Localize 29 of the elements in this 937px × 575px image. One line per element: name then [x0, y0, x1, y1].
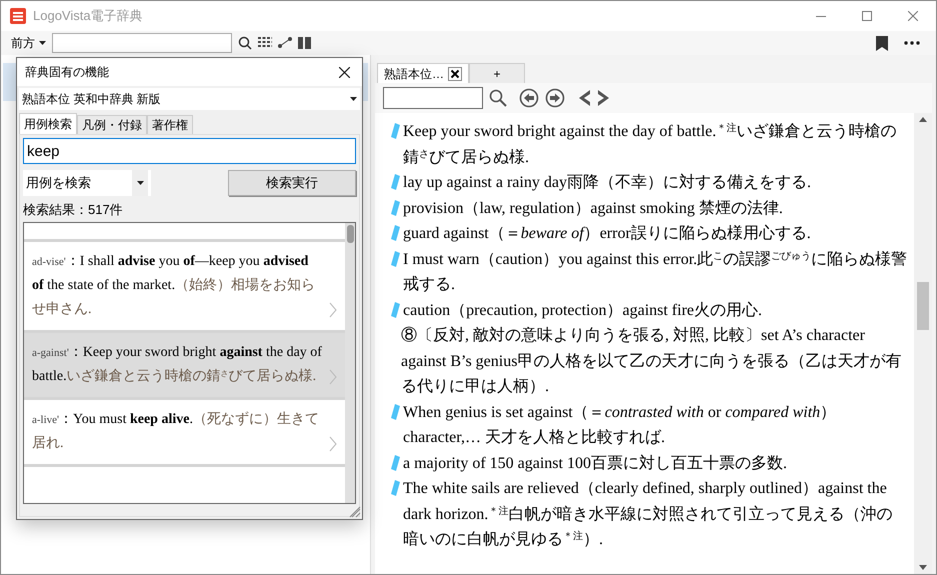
dialog-tab[interactable]: 用例検索 — [19, 113, 77, 134]
dialog-tab[interactable]: 凡例・付録 — [77, 115, 147, 134]
document-tab[interactable]: 熟語本位… — [377, 63, 469, 83]
window-title: LogoVista電子辞典 — [33, 7, 143, 26]
mode-dropdown[interactable]: 用例を検索 — [23, 170, 151, 196]
example-text: guard against（＝beware of）error誤りに陥らぬ様用心する. — [402, 224, 811, 244]
result-text: ad-vise'：I shall advise you of—keep you advised of the state of the market.（始終）相場をお知らせ申さん. — [32, 252, 316, 318]
example-text: caution（precaution, protection）against fire火の用心. — [402, 300, 762, 320]
example-text: I must warn（caution）you against this error.此$^{こ}$の誤謬$^{ごびゅう}$に陥らぬ様警戒する. — [402, 250, 908, 295]
result-item[interactable]: a-gainst'：Keep your sword bright against the day of battle.いざ鎌倉と云う時槍の錆$^{さ}$びて居らぬ様. — [24, 332, 345, 396]
result-item[interactable]: a-live'：You must keep alive.（死なずに）生きて居れ. — [24, 400, 345, 464]
example-text: Keep your sword bright against the day of battle.$^{＊注}$いざ鎌倉と云う時槍の錆$^{さ}$びて居らぬ様. — [402, 122, 898, 168]
result-item[interactable]: ad-vise'：I shall advise you of—keep you advised of the state of the market.（始終）相場をお知らせ申さん. — [24, 242, 345, 330]
example-text: provision（law, regulation）against smoking 禁煙の法律. — [402, 198, 783, 218]
example-text: a majority of 150 against 100百票に対し百五十票の多数. — [402, 454, 787, 474]
search-input[interactable]: keep — [23, 138, 356, 164]
execute-button[interactable]: 検索実行 — [228, 170, 356, 196]
new-tab[interactable]: + — [469, 63, 525, 83]
example-text: The white sails are relieved（clearly defined, sharply outlined）against the dark horizon.$^{＊注}$白帆が暗き水平線に対照されて引立って見える（沖の暗いのに白帆が見ゆる$^{＊注}$）. — [402, 479, 894, 550]
result-text: a-live'：You must keep alive.（死なずに）生きて居れ. — [32, 410, 320, 452]
dialog-title: 辞典固有の機能 — [25, 64, 109, 81]
dialog-tab[interactable]: 著作権 — [147, 115, 193, 134]
dictionary-dropdown[interactable]: 熟語本位 英和中辞典 新版 — [19, 88, 360, 110]
sense-text: ⑧〔反対, 敵対の意味より向うを張る, 対照, 比較〕set A’s character against B’s genius甲の人格を以て乙の天才に向うを張る（乙は天才が有る代りに甲は人柄）. — [401, 326, 902, 397]
example-text: lay up against a rainy day雨降（不幸）に対する備えをする. — [402, 172, 811, 193]
direction-dropdown[interactable]: 前方 — [11, 34, 46, 52]
example-text: When genius is set against（＝contrasted with or compared with）character,… 天才を人格と比較すれば. — [402, 402, 838, 448]
result-text: a-gainst'：Keep your sword bright against the day of battle.いざ鎌倉と云う時槍の錆$^{さ}$びて居らぬ様. — [32, 344, 323, 386]
result-count: 検索結果：517件 — [23, 201, 124, 219]
